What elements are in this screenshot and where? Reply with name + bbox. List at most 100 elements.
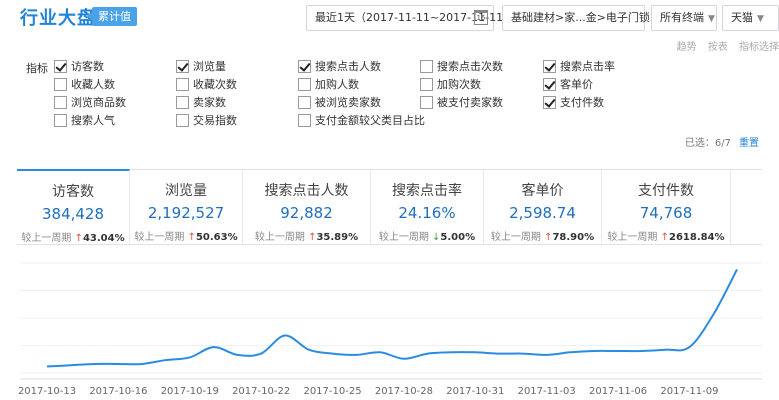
table-link[interactable]: 按表 (708, 42, 728, 53)
indicator-checkbox[interactable] (54, 78, 67, 91)
data-point[interactable] (164, 358, 168, 362)
data-point[interactable] (235, 353, 239, 357)
x-tick-label: 2017-10-25 (303, 386, 361, 397)
metric-comparison: 较上一周期 ↑50.63% (130, 228, 242, 243)
data-point[interactable] (473, 350, 477, 354)
data-point[interactable] (735, 267, 739, 271)
data-point[interactable] (664, 348, 668, 352)
indicator-checkbox[interactable] (298, 114, 311, 127)
data-point[interactable] (307, 348, 311, 352)
compare-label: 较上一周期 (134, 232, 185, 243)
chevron-down-icon: ▼ (757, 14, 764, 24)
data-point[interactable] (426, 352, 430, 356)
data-point[interactable] (402, 357, 406, 361)
metric-change: 5.00% (440, 232, 476, 243)
indicator-checkbox[interactable] (543, 96, 556, 109)
data-point[interactable] (45, 365, 49, 369)
calendar-icon[interactable]: 15 (474, 10, 488, 25)
data-point[interactable] (687, 345, 691, 349)
indicator-checkbox[interactable] (298, 60, 311, 73)
data-point[interactable] (545, 353, 549, 357)
data-point[interactable] (568, 350, 572, 354)
selected-text: 已选：6/7 (684, 138, 731, 149)
cumulative-badge[interactable]: 累计值 (87, 7, 137, 26)
compare-label: 较上一周期 (21, 233, 72, 244)
metric-value: 24.16% (398, 204, 456, 222)
indicator-label: 交易指数 (193, 114, 237, 127)
indicator-label: 搜索点击人数 (315, 60, 381, 73)
metric-value: 74,768 (639, 204, 693, 222)
metric-card[interactable]: 浏览量 2,192,527 较上一周期 ↑50.63% (130, 170, 243, 245)
indicator-label: 浏览商品数 (71, 96, 126, 109)
data-point[interactable] (711, 313, 715, 317)
arrow-down-icon: ↓ (428, 232, 441, 243)
indicator-checkbox[interactable] (176, 96, 189, 109)
view-links: 趋势 按表 指标选择 (669, 38, 779, 53)
indicator-checkbox[interactable] (420, 96, 433, 109)
indicator-checkbox[interactable] (420, 78, 433, 91)
metric-card[interactable]: 客单价 2,598.74 较上一周期 ↑78.90% (484, 170, 602, 245)
indicator-checkbox[interactable] (176, 78, 189, 91)
category-select[interactable]: 基础建材>家...金>电子门锁▼ (502, 5, 661, 31)
indicator-checkbox[interactable] (298, 78, 311, 91)
trend-link[interactable]: 趋势 (677, 42, 697, 53)
data-point[interactable] (449, 350, 453, 354)
metric-card[interactable]: 访客数 384,428 较上一周期 ↑43.04% (17, 169, 130, 244)
data-point[interactable] (140, 362, 144, 366)
indicator-checkbox[interactable] (420, 60, 433, 73)
metric-card[interactable]: 搜索点击人数 92,882 较上一周期 ↑35.89% (243, 170, 371, 245)
indicator-checkbox[interactable] (543, 78, 556, 91)
indicator-label: 被支付卖家数 (437, 96, 503, 109)
data-point[interactable] (188, 355, 192, 359)
indicator-label: 搜索点击次数 (437, 60, 503, 73)
arrow-up-icon: ↑ (657, 232, 669, 243)
indicator-label: 卖家数 (193, 96, 226, 109)
data-point[interactable] (640, 349, 644, 353)
x-tick-label: 2017-11-09 (660, 386, 718, 397)
metric-card[interactable]: 搜索点击率 24.16% 较上一周期 ↓5.00% (371, 170, 484, 245)
arrow-up-icon: ↑ (540, 232, 553, 243)
category-text: 基础建材>家...金>电子门锁 (511, 11, 650, 24)
indicator-checkbox[interactable] (54, 60, 67, 73)
data-point[interactable] (259, 352, 263, 356)
data-point[interactable] (592, 349, 596, 353)
indicator-checkbox[interactable] (176, 60, 189, 73)
x-tick-label: 2017-10-13 (18, 386, 76, 397)
metric-change: 35.89% (316, 232, 359, 243)
indicator-checkbox[interactable] (298, 96, 311, 109)
data-point[interactable] (521, 352, 525, 356)
indicator-label: 搜索点击率 (560, 60, 615, 73)
data-point[interactable] (616, 349, 620, 353)
indicator-checkbox[interactable] (54, 114, 67, 127)
metric-card[interactable]: 支付件数 74,768 较上一周期 ↑2618.84% (602, 170, 731, 245)
shop-select[interactable]: 天猫 ▼ (722, 5, 779, 31)
indicator-label: 支付件数 (560, 96, 604, 109)
data-point[interactable] (69, 363, 73, 367)
data-point[interactable] (116, 362, 120, 366)
reset-button[interactable]: 重置 (739, 138, 759, 149)
data-point[interactable] (497, 352, 501, 356)
metric-value: 384,428 (41, 205, 105, 223)
metric-cards: 访客数 384,428 较上一周期 ↑43.04% 浏览量 2,192,527 较上一周期… (17, 169, 762, 245)
data-point[interactable] (354, 353, 358, 357)
compare-label: 较上一周期 (607, 232, 658, 243)
indicator-checkbox[interactable] (54, 96, 67, 109)
page-title: 行业大盘 (20, 8, 96, 29)
data-point[interactable] (212, 345, 216, 349)
metric-value: 2,192,527 (147, 204, 225, 222)
indicator-checkbox[interactable] (176, 114, 189, 127)
data-point[interactable] (283, 333, 287, 337)
data-point[interactable] (93, 362, 97, 366)
x-tick-label: 2017-11-03 (518, 386, 576, 397)
indicator-checkbox[interactable] (543, 60, 556, 73)
metric-change: 50.63% (195, 232, 238, 243)
x-tick-label: 2017-11-06 (589, 386, 647, 397)
date-range-picker[interactable]: 最近1天（2017-11-11~2017-11-11） 15 (306, 5, 514, 31)
indicator-select-link[interactable]: 指标选择 (739, 42, 779, 53)
indicator-label: 收藏人数 (71, 78, 115, 91)
data-point[interactable] (378, 350, 382, 354)
data-point[interactable] (331, 352, 335, 356)
terminal-select[interactable]: 所有终端 ▼ (651, 5, 717, 31)
metric-value: 2,598.74 (509, 204, 576, 222)
terminal-text: 所有终端 (660, 11, 704, 24)
